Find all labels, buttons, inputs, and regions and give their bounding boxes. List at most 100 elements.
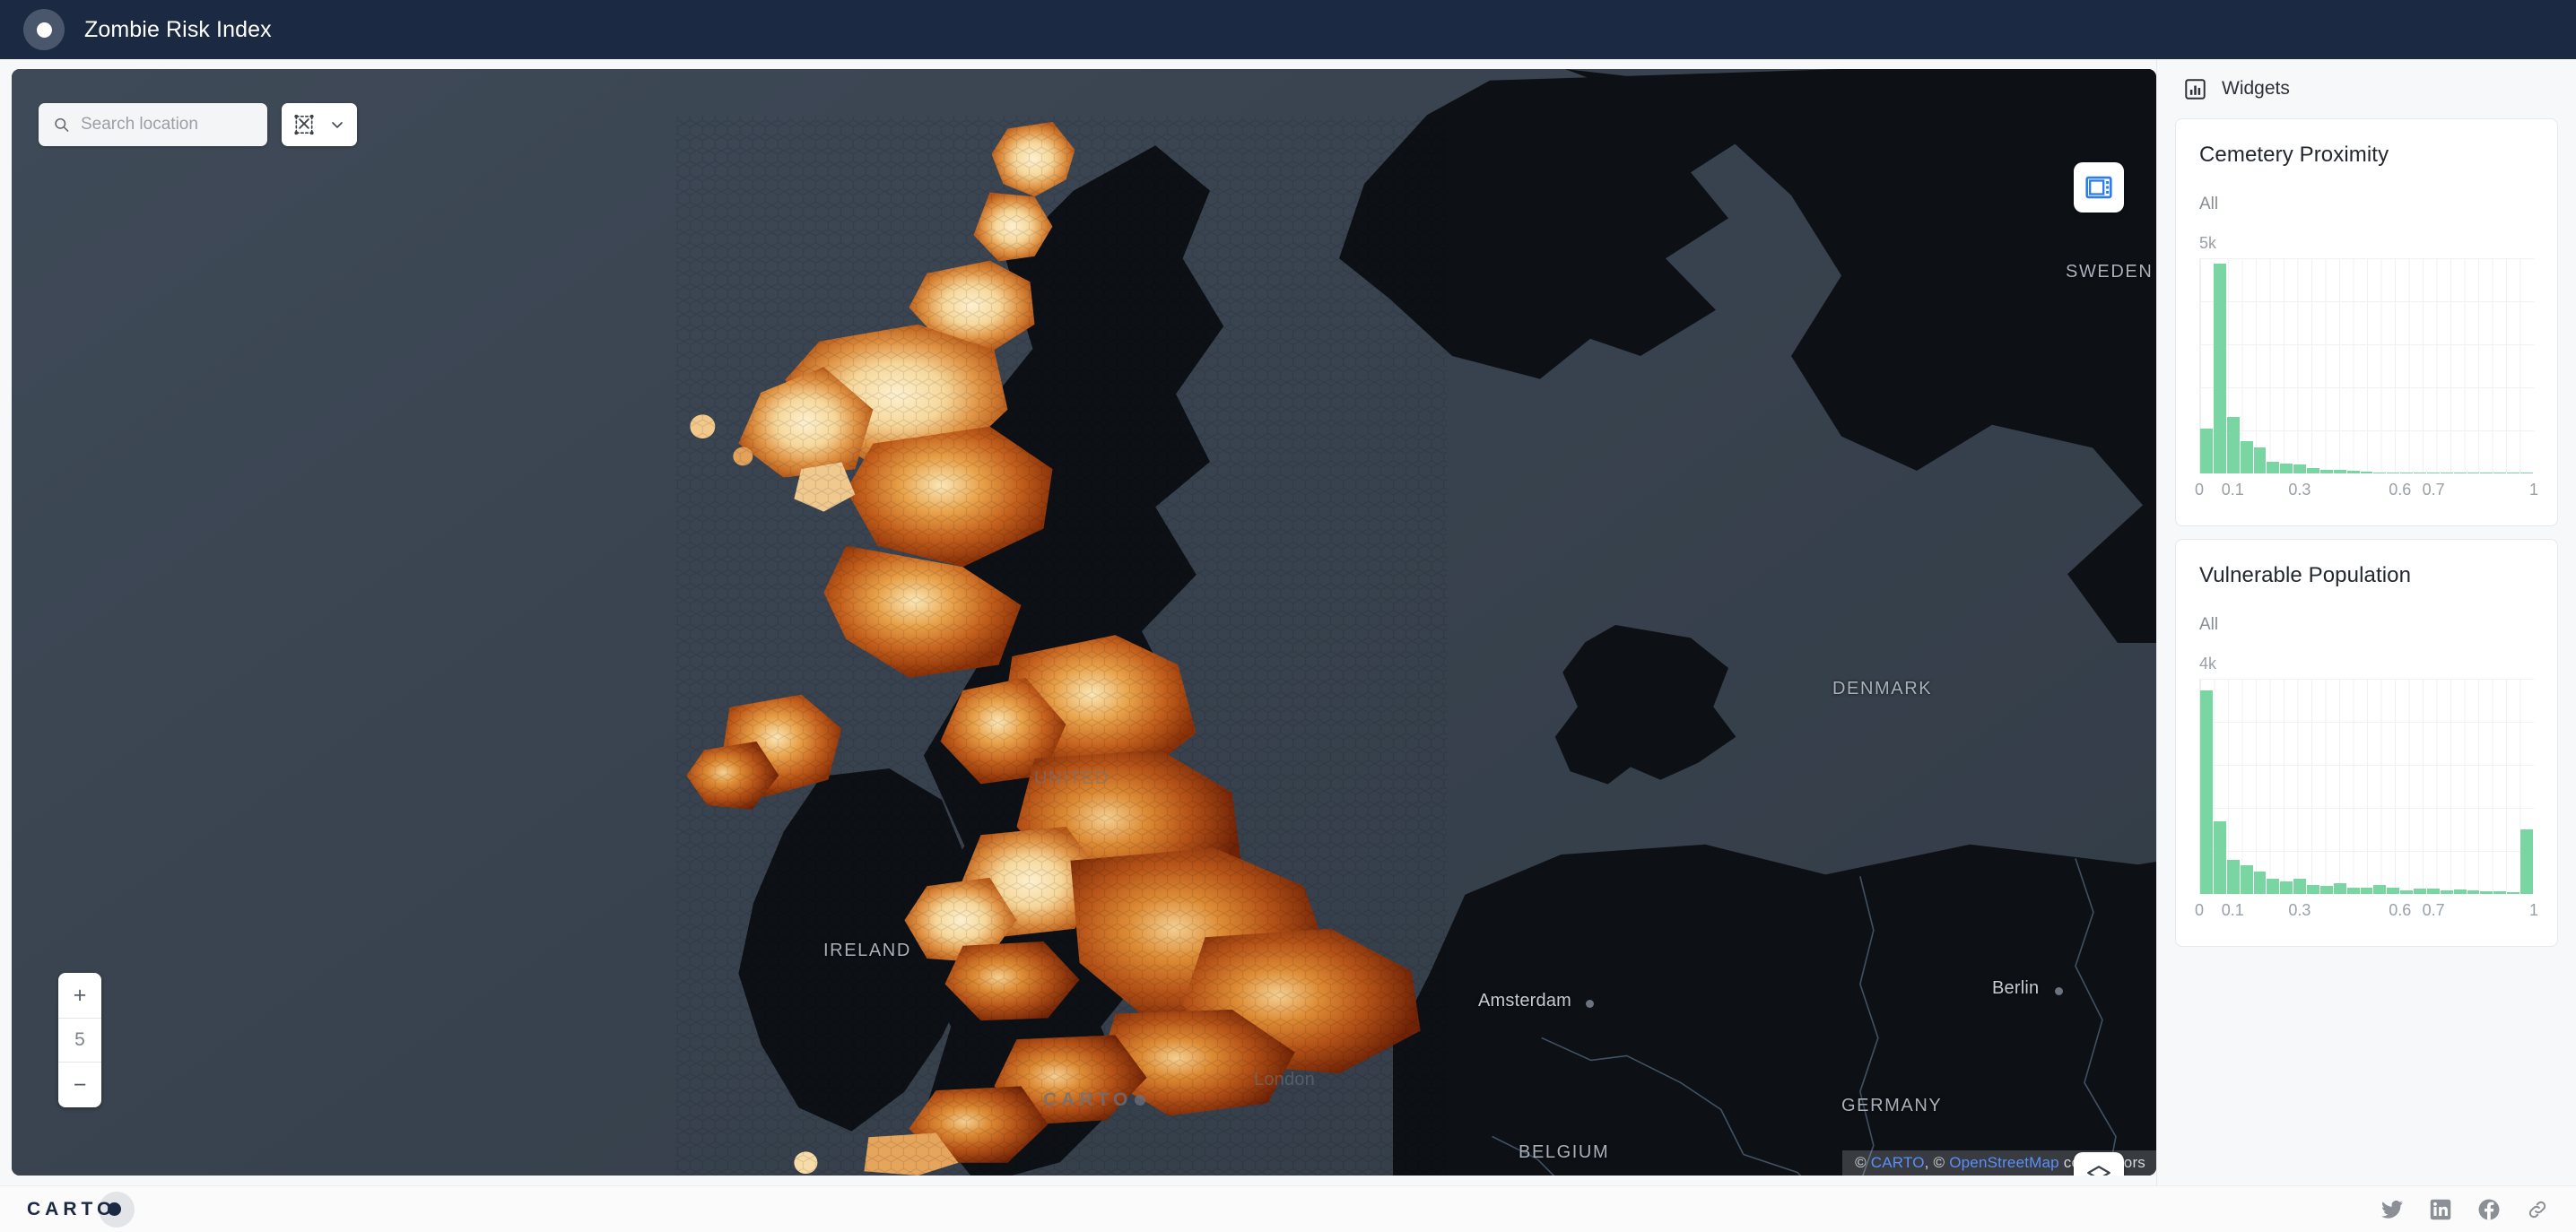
histogram-bar[interactable]: [2346, 471, 2360, 473]
histogram-bar[interactable]: [2360, 471, 2373, 473]
histogram-tick-label: 0.6: [2389, 481, 2412, 499]
histogram-x-axis: 0 0.1 0.3 0.6 0.7 1: [2195, 481, 2538, 508]
hex-risk-layer: [675, 116, 1448, 1176]
search-input[interactable]: [80, 115, 253, 134]
histogram-tick-label: 0.7: [2422, 481, 2445, 499]
histogram-bar[interactable]: [2293, 878, 2306, 894]
histogram-bar[interactable]: [2267, 878, 2280, 894]
map-carto-watermark-text: CARTO: [1043, 1089, 1133, 1110]
histogram-bar[interactable]: [2346, 887, 2360, 894]
widget-filter-state[interactable]: All: [2199, 615, 2534, 635]
histogram-tick-label: 1: [2528, 481, 2539, 499]
search-icon: [55, 117, 69, 132]
map-top-left-controls: [39, 103, 357, 146]
search-location-box[interactable]: [39, 103, 267, 146]
layers-icon: [2087, 1166, 2110, 1176]
histogram-bar[interactable]: [2240, 440, 2253, 473]
histogram-vulnerable-population[interactable]: [2199, 679, 2534, 894]
page-title: Zombie Risk Index: [84, 16, 272, 42]
attribution-copyright-1: ©: [1855, 1154, 1867, 1171]
histogram-bar[interactable]: [2293, 464, 2306, 473]
carto-logo-text: CARTO: [27, 1198, 117, 1219]
histogram-bar[interactable]: [2440, 889, 2453, 894]
basemap-layers-button[interactable]: [2074, 1152, 2124, 1176]
histogram-bar[interactable]: [2493, 891, 2507, 894]
zoom-out-button[interactable]: −: [58, 1063, 101, 1107]
histogram-bar[interactable]: [2213, 264, 2226, 473]
histogram-bar[interactable]: [2333, 469, 2346, 473]
widget-title: Cemetery Proximity: [2199, 143, 2389, 167]
histogram-bar[interactable]: [2253, 871, 2267, 894]
logo-inner-dot: [36, 22, 52, 38]
histogram-bar[interactable]: [2426, 889, 2440, 894]
histogram-bar[interactable]: [2267, 461, 2280, 473]
circle-dot-icon: [23, 9, 65, 50]
histogram-bar[interactable]: [2226, 416, 2240, 473]
histogram-bar[interactable]: [2467, 890, 2480, 894]
histogram-tick-label: 0.1: [2221, 481, 2244, 499]
histogram-bar[interactable]: [2520, 829, 2533, 894]
polygon-select-icon: [294, 114, 314, 135]
draw-selection-tool[interactable]: [282, 103, 357, 146]
histogram-tick-label: 0.3: [2288, 481, 2311, 499]
zoom-in-button[interactable]: +: [58, 973, 101, 1018]
toggle-panel-icon: [2085, 176, 2112, 199]
attribution-comma: ,: [1924, 1154, 1929, 1171]
histogram-bar[interactable]: [2414, 889, 2426, 894]
histogram-bar[interactable]: [2280, 463, 2293, 473]
histogram-bar[interactable]: [2213, 821, 2226, 894]
widget-y-max-label: 5k: [2199, 234, 2217, 252]
widgets-panel: Widgets Cemetery Proximity All 5k 0 0.1 0.…: [2156, 59, 2576, 1185]
histogram-bar[interactable]: [2373, 884, 2387, 894]
app-root: Zombie Risk Index SWEDEN DENMARK GERMANY…: [0, 0, 2576, 1232]
chevron-down-icon[interactable]: [328, 116, 346, 134]
linkedin-icon[interactable]: [2429, 1198, 2452, 1221]
widget-filter-state[interactable]: All: [2199, 195, 2534, 214]
histogram-bar[interactable]: [2226, 860, 2240, 894]
map-carto-watermark: CARTO: [1043, 1089, 1146, 1111]
histogram-bar[interactable]: [2319, 469, 2333, 473]
histogram-cemetery-proximity[interactable]: [2199, 258, 2534, 473]
widget-title: Vulnerable Population: [2199, 563, 2412, 587]
zoom-controls[interactable]: + 5 −: [58, 973, 101, 1107]
histogram-bar[interactable]: [2240, 864, 2253, 894]
widget-card-vulnerable-population[interactable]: Vulnerable Population All 4k 0 0.1 0.3 0.6 0…: [2175, 539, 2558, 947]
histogram-bar[interactable]: [2400, 889, 2413, 894]
histogram-bar[interactable]: [2253, 447, 2267, 473]
histogram-bar[interactable]: [2333, 882, 2346, 894]
widget-card-cemetery-proximity[interactable]: Cemetery Proximity All 5k 0 0.1 0.3 0.6 0.7 1: [2175, 118, 2558, 526]
widget-y-max-label: 4k: [2199, 655, 2217, 672]
histogram-bar[interactable]: [2200, 428, 2213, 473]
map-container[interactable]: SWEDEN DENMARK GERMANY BELGIUM LUXEMBOUR…: [12, 69, 2156, 1176]
histogram-bars[interactable]: [2200, 679, 2534, 894]
toggle-widgets-panel-button[interactable]: [2074, 162, 2124, 213]
widgets-panel-title: Widgets: [2222, 78, 2290, 99]
link-icon[interactable]: [2526, 1198, 2549, 1221]
attribution-osm-link[interactable]: OpenStreetMap: [1949, 1154, 2059, 1171]
app-footer: CARTO: [0, 1185, 2576, 1232]
histogram-bar[interactable]: [2387, 888, 2400, 894]
histogram-bar[interactable]: [2280, 881, 2293, 894]
city-dot-amsterdam: [1586, 1000, 1594, 1008]
histogram-tick-label: 0.7: [2422, 901, 2445, 919]
histogram-bar[interactable]: [2480, 890, 2493, 894]
histogram-bar[interactable]: [2319, 886, 2333, 894]
histogram-tick-label: 1: [2528, 901, 2539, 919]
histogram-bar[interactable]: [2360, 888, 2373, 894]
zoom-level-indicator: 5: [58, 1018, 101, 1063]
histogram-bar[interactable]: [2200, 690, 2213, 894]
attribution-carto-link[interactable]: CARTO: [1871, 1154, 1925, 1171]
histogram-bar[interactable]: [2507, 891, 2519, 894]
facebook-icon[interactable]: [2477, 1198, 2501, 1221]
app-header: Zombie Risk Index: [0, 0, 2576, 59]
histogram-tick-label: 0.3: [2288, 901, 2311, 919]
histogram-bars[interactable]: [2200, 258, 2534, 473]
histogram-tick-label: 0: [2194, 901, 2205, 919]
histogram-bar[interactable]: [2307, 884, 2319, 894]
histogram-bar[interactable]: [2307, 468, 2319, 473]
twitter-icon[interactable]: [2380, 1198, 2404, 1221]
histogram-bar[interactable]: [2453, 889, 2467, 894]
carto-logo[interactable]: CARTO: [27, 1191, 135, 1228]
city-dot-berlin: [2055, 987, 2063, 995]
map-canvas[interactable]: SWEDEN DENMARK GERMANY BELGIUM LUXEMBOUR…: [12, 69, 2156, 1176]
